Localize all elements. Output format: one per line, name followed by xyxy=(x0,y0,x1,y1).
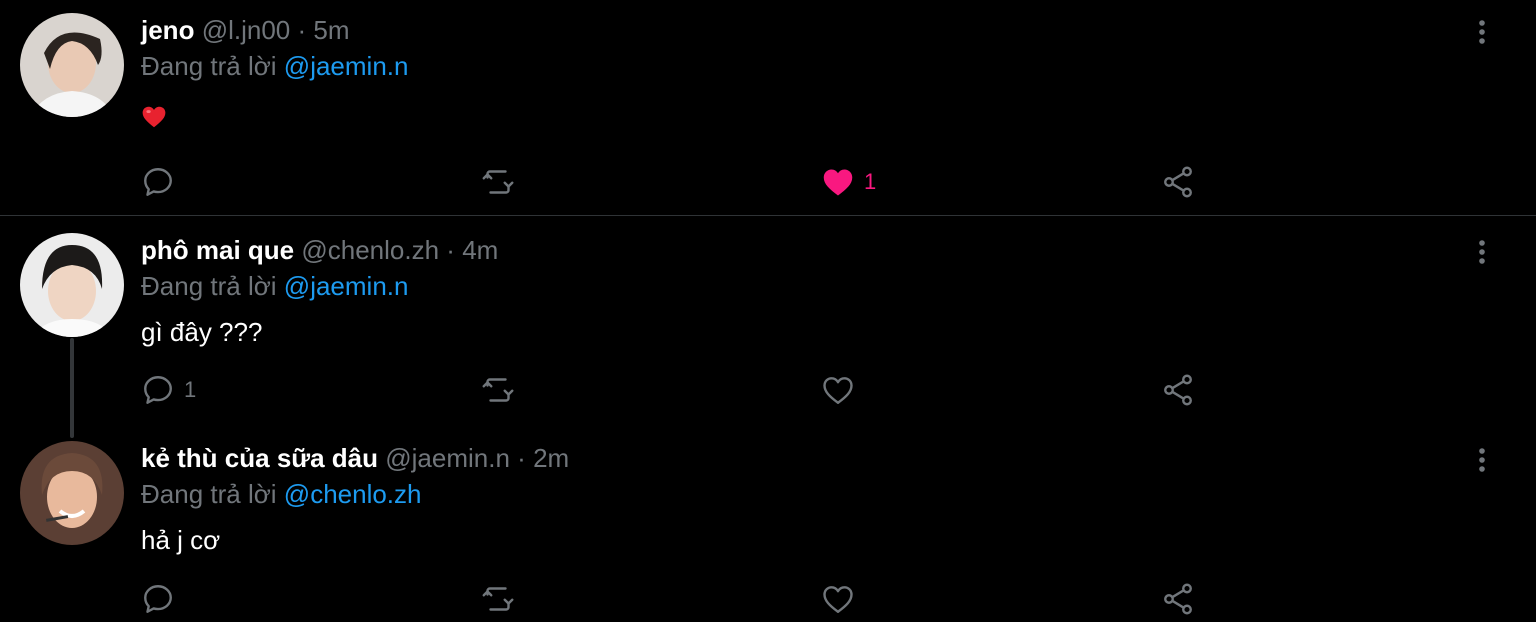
retweet-button[interactable] xyxy=(480,581,516,617)
share-button[interactable] xyxy=(1160,372,1196,408)
retweet-button[interactable] xyxy=(480,372,516,408)
like-button[interactable] xyxy=(820,581,864,617)
tweet-header: kẻ thù của sữa dâu @jaemin.n · 2m xyxy=(141,441,569,475)
more-options-button[interactable] xyxy=(1470,235,1494,269)
tweet-text: hả j cơ xyxy=(141,525,221,555)
heart-icon xyxy=(823,377,853,404)
like-count: 1 xyxy=(864,169,877,194)
user-handle[interactable]: @chenlo.zh xyxy=(301,235,439,265)
reply-icon xyxy=(144,585,172,613)
share-icon xyxy=(1164,374,1192,406)
tweet-2[interactable]: phô mai que @chenlo.zh · 4m Đang trả lời… xyxy=(0,216,1536,438)
reply-button[interactable] xyxy=(140,581,184,617)
timestamp[interactable]: 4m xyxy=(462,235,498,265)
replying-to: Đang trả lời @jaemin.n xyxy=(141,269,408,303)
reply-count: 1 xyxy=(184,377,197,402)
replying-mention[interactable]: @jaemin.n xyxy=(284,271,409,301)
avatar[interactable] xyxy=(20,233,124,337)
avatar[interactable] xyxy=(20,13,124,117)
tweet-3[interactable]: kẻ thù của sữa dâu @jaemin.n · 2m Đang t… xyxy=(0,426,1536,622)
replying-to: Đang trả lời @chenlo.zh xyxy=(141,477,422,511)
retweet-icon xyxy=(482,587,514,611)
separator-dot: · xyxy=(297,15,307,45)
thread-connector-line xyxy=(70,338,74,438)
user-handle[interactable]: @jaemin.n xyxy=(385,443,510,473)
separator-dot: · xyxy=(446,235,455,265)
reply-button[interactable]: 1 xyxy=(140,372,196,408)
replying-prefix: Đang trả lời xyxy=(141,271,277,301)
more-vertical-icon xyxy=(1479,448,1485,472)
share-icon xyxy=(1164,583,1192,615)
heart-icon xyxy=(823,586,853,613)
tweet-text: ❤️ xyxy=(141,104,167,130)
display-name[interactable]: jeno xyxy=(141,15,194,45)
share-button[interactable] xyxy=(1160,164,1196,200)
separator-dot: · xyxy=(517,443,526,473)
display-name[interactable]: kẻ thù của sữa dâu xyxy=(141,443,378,473)
share-icon xyxy=(1164,166,1192,198)
tweet-1[interactable]: jeno @l.jn00 · 5m Đang trả lời @jaemin.n… xyxy=(0,0,1536,216)
more-options-button[interactable] xyxy=(1470,443,1494,477)
heart-icon xyxy=(823,169,853,196)
reply-button[interactable] xyxy=(140,164,184,200)
display-name[interactable]: phô mai que xyxy=(141,235,294,265)
retweet-button[interactable] xyxy=(480,164,516,200)
tweet-header: phô mai que @chenlo.zh · 4m xyxy=(141,233,498,267)
timestamp[interactable]: 2m xyxy=(533,443,569,473)
tweet-text: gì đây ??? xyxy=(141,317,263,347)
reply-icon xyxy=(144,376,172,404)
share-button[interactable] xyxy=(1160,581,1196,617)
timestamp[interactable]: 5m xyxy=(313,15,349,45)
retweet-icon xyxy=(482,378,514,402)
replying-prefix: Đang trả lời xyxy=(141,479,277,509)
more-options-button[interactable] xyxy=(1470,15,1494,49)
replying-prefix: Đang trả lời xyxy=(141,51,277,81)
reply-icon xyxy=(144,168,172,196)
more-vertical-icon xyxy=(1479,240,1485,264)
replying-mention[interactable]: @jaemin.n xyxy=(284,51,409,81)
more-vertical-icon xyxy=(1479,20,1485,44)
user-handle[interactable]: @l.jn00 xyxy=(202,15,291,45)
like-button[interactable]: 1 xyxy=(820,164,876,200)
replying-mention[interactable]: @chenlo.zh xyxy=(284,479,422,509)
avatar[interactable] xyxy=(20,441,124,545)
tweet-header: jeno @l.jn00 · 5m xyxy=(141,13,350,47)
retweet-icon xyxy=(482,170,514,194)
like-button[interactable] xyxy=(820,372,864,408)
red-heart-emoji-icon xyxy=(142,106,166,128)
replying-to: Đang trả lời @jaemin.n xyxy=(141,49,408,83)
